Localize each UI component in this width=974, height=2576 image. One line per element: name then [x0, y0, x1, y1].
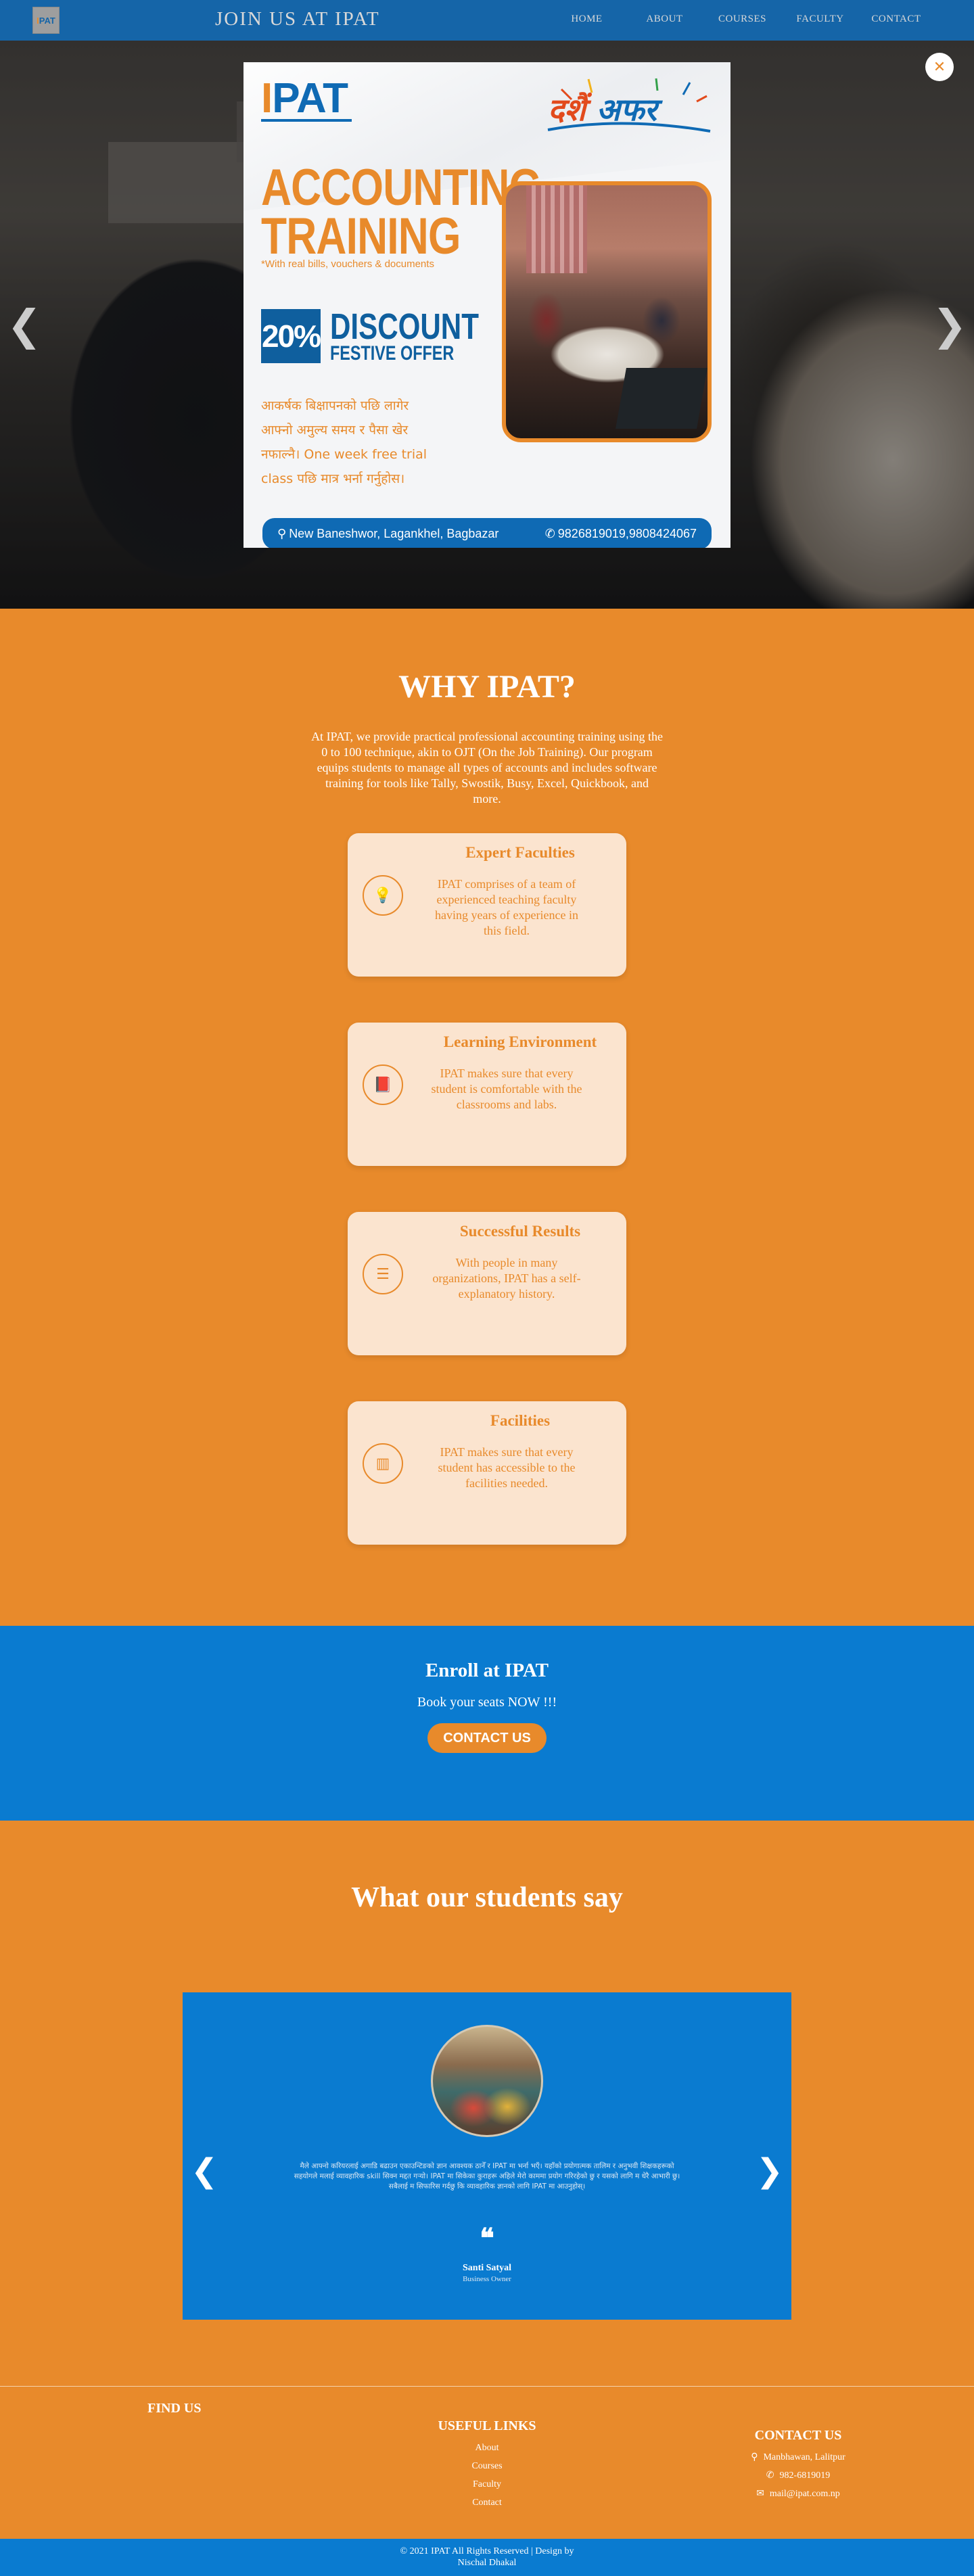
location-pin-icon: ⚲ [751, 2452, 758, 2462]
popup-close-icon[interactable]: ✕ [925, 53, 954, 81]
popup-logo: IPAT [261, 74, 348, 122]
lightbulb-icon: 💡 [363, 875, 403, 916]
book-icon: 📕 [363, 1064, 403, 1105]
testimonial-prev-arrow-icon[interactable]: ❮ [191, 2155, 218, 2187]
phone-icon: ✆ [544, 526, 555, 541]
footer-contact: ⚲ Manbhawan, Lalitpur ✆ 982-6819019 ✉ mail@… [717, 2448, 879, 2503]
building-icon: ▥ [363, 1443, 403, 1484]
headline-line-1: ACCOUNTING [261, 159, 542, 216]
feature-card-text: IPAT makes sure that every student has a… [438, 1445, 576, 1490]
popup-address-text: New Baneshwor, Lagankhel, Bagbazar [289, 526, 499, 540]
testimonial-name: Santi Satyal [463, 2263, 511, 2273]
footer-link-faculty[interactable]: Faculty [419, 2475, 555, 2493]
headline-line-2: TRAINING [261, 208, 461, 265]
why-title: WHY IPAT? [398, 669, 576, 705]
popup-address: ⚲ New Baneshwor, Lagankhel, Bagbazar [277, 527, 498, 541]
footer-email-text: mail@ipat.com.np [769, 2489, 840, 2499]
photo-detail [616, 368, 708, 429]
nav-link-courses[interactable]: COURSES [703, 14, 781, 25]
testimonial-text: मैले आफ्नो करियरलाई अगाडि बढाउन एकाउन्टि… [294, 2162, 680, 2191]
footer-address-text: Manbhawan, Lalitpur [763, 2452, 845, 2462]
contact-us-button[interactable]: CONTACT US [427, 1723, 547, 1753]
nav-link-home[interactable]: HOME [548, 14, 626, 25]
feature-card: 📕 Learning Environment IPAT makes sure t… [348, 1023, 626, 1166]
feature-card-title: Successful Results [459, 1223, 581, 1240]
feature-card: ▥ Facilities IPAT makes sure that every … [348, 1401, 626, 1545]
discount-value: 20% [261, 309, 321, 363]
feature-card-text: With people in many organizations, IPAT … [432, 1256, 581, 1301]
footer-link-about[interactable]: About [419, 2439, 555, 2457]
popup-headline: ACCOUNTING TRAINING [261, 159, 542, 265]
avatar [431, 2025, 543, 2137]
nav-link-contact[interactable]: CONTACT [859, 14, 933, 25]
popup-phones: ✆ 9826819019,9808424067 [545, 527, 697, 541]
popup-subline: *With real bills, vouchers & documents [261, 258, 434, 270]
footer-find-us: FIND US [147, 2401, 202, 2416]
enroll-section: Enroll at IPAT Book your seats NOW !!! C… [0, 1626, 974, 1821]
footer-divider [0, 2386, 974, 2387]
hero-next-arrow-icon[interactable]: ❯ [932, 304, 967, 346]
feature-card-text: IPAT makes sure that every student is co… [431, 1067, 582, 1111]
enroll-subtitle: Book your seats NOW !!! [417, 1695, 557, 1710]
popup-body-text: आकर्षक बिक्षापनको पछि लागेर आफ्नो अमुल्य… [261, 394, 464, 491]
logo-underline [261, 119, 352, 122]
feature-card-title: Expert Faculties [465, 844, 575, 861]
body-line: class पछि मात्र भर्ना गर्नुहोस। [261, 471, 405, 486]
popup-logo-rest: PAT [272, 75, 348, 122]
promo-popup: IPAT दशैं अफर ACCOUNTING TRAINING *With … [244, 62, 730, 548]
envelope-icon: ✉ [756, 2488, 764, 2499]
why-intro: At IPAT, we provide practical profession… [311, 730, 663, 805]
enroll-title: Enroll at IPAT [425, 1660, 549, 1681]
footer-email[interactable]: ✉ mail@ipat.com.np [717, 2485, 879, 2503]
nav-logo[interactable]: I PAT [32, 7, 60, 34]
body-line: आफ्नो अमुल्य समय र पैसा खेर [261, 423, 409, 438]
hero-prev-arrow-icon[interactable]: ❮ [7, 304, 42, 346]
nav-link-about[interactable]: ABOUT [626, 14, 703, 25]
nav-link-faculty[interactable]: FACULTY [781, 14, 859, 25]
body-line: आकर्षक बिक्षापनको पछि लागेर [261, 398, 409, 413]
feature-card-title: Learning Environment [443, 1033, 597, 1050]
feature-card: ☰ Successful Results With people in many… [348, 1212, 626, 1355]
footer-links: About Courses Faculty Contact [419, 2439, 555, 2512]
navbar: I PAT JOIN US AT IPAT HOME ABOUT COURSES … [0, 0, 974, 41]
festive-word-2: अफर [585, 91, 657, 128]
quote-icon: ❝ [480, 2222, 494, 2254]
footer-phone: ✆ 982-6819019 [717, 2466, 879, 2485]
footer-link-courses[interactable]: Courses [419, 2457, 555, 2475]
footer-phone-text: 982-6819019 [779, 2470, 831, 2481]
photo-detail [526, 185, 587, 273]
footer-address: ⚲ Manbhawan, Lalitpur [717, 2448, 879, 2466]
footer-link-contact[interactable]: Contact [419, 2493, 555, 2512]
body-line: नफाल्नै। One week free trial [261, 447, 427, 462]
copyright-bar: © 2021 IPAT All Rights Reserved | Design… [0, 2539, 974, 2576]
testimonial-role: Business Owner [463, 2275, 511, 2283]
feature-card: 💡 Expert Faculties IPAT comprises of a t… [348, 833, 626, 977]
testimonial-carousel: मैले आफ्नो करियरलाई अगाडि बढाउन एकाउन्टि… [183, 1992, 791, 2320]
testimonial-next-arrow-icon[interactable]: ❯ [756, 2155, 783, 2187]
footer-contact-title: CONTACT US [754, 2428, 842, 2443]
discount-subtitle: FESTIVE OFFER [330, 342, 455, 365]
site-title: JOIN US AT IPAT [215, 8, 380, 30]
festive-offer-text: दशैं अफर [548, 88, 657, 130]
feature-card-title: Facilities [490, 1412, 551, 1429]
testimonials-title: What our students say [351, 1882, 623, 1913]
phone-icon: ✆ [766, 2470, 774, 2481]
popup-logo-i: I [261, 75, 273, 122]
discount-title: DISCOUNT [330, 306, 479, 347]
classroom-photo [502, 181, 712, 442]
logo-letters: PAT [39, 15, 55, 26]
feature-card-text: IPAT comprises of a team of experienced … [435, 877, 578, 937]
list-icon: ☰ [363, 1254, 403, 1294]
festive-word-1: दशैं [548, 91, 586, 128]
location-pin-icon: ⚲ [277, 526, 287, 541]
nav-links: HOME ABOUT COURSES FACULTY CONTACT [548, 14, 933, 25]
popup-phones-text: 9826819019,9808424067 [557, 526, 697, 540]
copyright-text: © 2021 IPAT All Rights Reserved | Design… [400, 2546, 574, 2568]
popup-contact-bar: ⚲ New Baneshwor, Lagankhel, Bagbazar ✆ 982… [262, 518, 712, 548]
